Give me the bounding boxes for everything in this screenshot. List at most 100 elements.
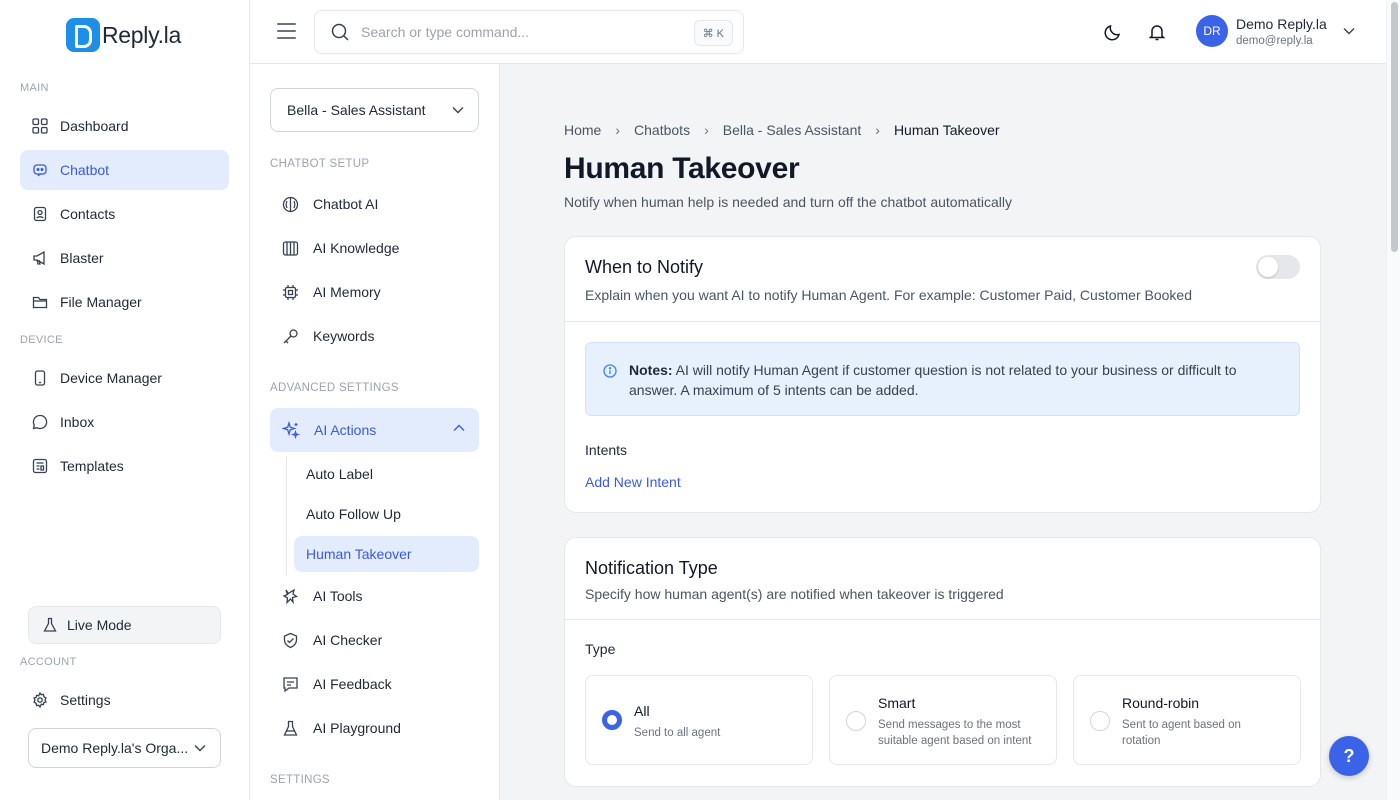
subnav-item-ai-knowledge[interactable]: AI Knowledge [270, 228, 479, 268]
bell-icon[interactable] [1147, 22, 1167, 42]
chevron-down-icon [194, 745, 206, 752]
type-option-round-robin[interactable]: Round-robin Sent to agent based on rotat… [1073, 675, 1301, 765]
option-title: All [634, 703, 650, 719]
subnav-item-keywords[interactable]: Keywords [270, 316, 479, 356]
notes-box: Notes: AI will notify Human Agent if cus… [585, 342, 1300, 416]
subnav-item-ai-actions[interactable]: AI Actions [270, 408, 479, 452]
sidebar-item-label: Inbox [60, 414, 95, 430]
message-icon [32, 414, 48, 430]
subnav-child-auto-label[interactable]: Auto Label [294, 456, 479, 492]
notes-label: Notes: [629, 362, 673, 378]
sidebar-item-label: File Manager [60, 294, 142, 310]
subnav-item-label: AI Checker [313, 632, 383, 648]
chatbot-select-value: Bella - Sales Assistant [287, 102, 426, 118]
radio-smart[interactable] [846, 711, 866, 731]
radio-round-robin[interactable] [1090, 711, 1110, 731]
chatbot-select[interactable]: Bella - Sales Assistant [270, 88, 479, 132]
subnav-item-label: Chatbot AI [313, 196, 379, 212]
sidebar-item-inbox[interactable]: Inbox [20, 402, 229, 442]
page-scrollbar[interactable] [1386, 0, 1400, 800]
subnav-item-ai-memory[interactable]: AI Memory [270, 272, 479, 312]
live-mode-label: Live Mode [67, 617, 132, 633]
sidebar-item-label: Templates [60, 458, 124, 474]
reply-logo-icon [66, 18, 100, 52]
subnav-child-human-takeover[interactable]: Human Takeover [294, 536, 479, 572]
sidebar-item-device-manager[interactable]: Device Manager [20, 358, 229, 398]
type-option-smart[interactable]: Smart Send messages to the most suitable… [829, 675, 1057, 765]
breadcrumb-chatbot[interactable]: Bella - Sales Assistant [723, 122, 862, 138]
ai-brain-icon [282, 196, 299, 212]
subnav-item-ai-checker[interactable]: AI Checker [270, 620, 479, 660]
subnav-child-auto-follow-up[interactable]: Auto Follow Up [294, 496, 479, 532]
type-option-all[interactable]: All Send to all agent [585, 675, 813, 765]
organization-select[interactable]: Demo Reply.la's Orga... [28, 728, 221, 768]
avatar: DR [1196, 15, 1228, 47]
option-description: Send to all agent [634, 727, 721, 739]
shield-check-icon [283, 632, 298, 648]
sidebar-item-settings[interactable]: Settings [20, 680, 229, 720]
main-content: Home › Chatbots › Bella - Sales Assistan… [500, 64, 1386, 800]
template-icon [32, 458, 48, 474]
user-menu[interactable]: DR Demo Reply.la demo@reply.la [1196, 15, 1355, 47]
chatbot-subnav: Bella - Sales Assistant CHATBOT SETUP Ch… [250, 64, 500, 800]
type-label: Type [585, 641, 616, 657]
option-title: Smart [878, 695, 916, 711]
subnav-item-label: AI Feedback [313, 676, 392, 692]
contacts-icon [33, 206, 47, 222]
breadcrumb: Home › Chatbots › Bella - Sales Assistan… [564, 122, 1000, 138]
breadcrumb-current: Human Takeover [893, 122, 1000, 138]
search-box[interactable]: ⌘ K [314, 10, 744, 54]
sidebar-item-blaster[interactable]: Blaster [20, 238, 229, 278]
flask-icon [43, 617, 57, 632]
subnav-item-ai-feedback[interactable]: AI Feedback [270, 664, 479, 704]
sidebar-item-dashboard[interactable]: Dashboard [20, 106, 229, 146]
moon-icon[interactable] [1103, 22, 1123, 42]
tools-icon [282, 588, 299, 604]
section-chatbot-setup-label: CHATBOT SETUP [270, 158, 370, 170]
subnav-item-label: AI Knowledge [313, 240, 400, 256]
sidebar-item-file-manager[interactable]: File Manager [20, 282, 229, 322]
section-main-label: MAIN [20, 82, 49, 94]
main-sidebar: Reply.la MAIN Dashboard Chatbot Contacts… [0, 0, 250, 800]
add-intent-button[interactable]: Add New Intent [585, 474, 681, 490]
when-to-notify-card: When to Notify Explain when you want AI … [564, 236, 1321, 513]
subnav-item-ai-playground[interactable]: AI Playground [270, 708, 479, 748]
scrollbar-thumb[interactable] [1391, 2, 1398, 252]
section-device-label: DEVICE [20, 334, 63, 346]
sidebar-item-chatbot[interactable]: Chatbot [20, 150, 229, 190]
keyboard-shortcut-badge: ⌘ K [693, 20, 733, 46]
sidebar-item-contacts[interactable]: Contacts [20, 194, 229, 234]
subnav-item-ai-tools[interactable]: AI Tools [270, 576, 479, 616]
brand-logo[interactable]: Reply.la [66, 18, 181, 52]
card-title: When to Notify [585, 257, 704, 277]
library-icon [282, 240, 299, 256]
live-mode-button[interactable]: Live Mode [28, 606, 221, 644]
gear-icon [33, 692, 47, 708]
radio-all[interactable] [602, 710, 622, 730]
sidebar-item-label: Chatbot [60, 162, 110, 178]
subnav-item-label: AI Tools [313, 588, 363, 604]
megaphone-icon [33, 250, 45, 266]
page-subtitle: Notify when human help is needed and tur… [564, 194, 1013, 210]
sidebar-item-label: Dashboard [60, 118, 129, 134]
subnav-item-label: Keywords [313, 328, 375, 344]
sidebar-item-templates[interactable]: Templates [20, 446, 229, 486]
feedback-icon [283, 676, 298, 692]
chevron-up-icon [453, 424, 465, 431]
menu-toggle-icon[interactable] [277, 23, 296, 39]
organization-name: Demo Reply.la's Orga... [41, 740, 189, 756]
chevron-down-icon [452, 107, 464, 114]
info-icon [603, 364, 617, 378]
notify-toggle[interactable] [1256, 255, 1300, 279]
sparkles-icon [282, 421, 300, 439]
card-header: When to Notify Explain when you want AI … [565, 237, 1320, 322]
breadcrumb-chatbots[interactable]: Chatbots [634, 122, 690, 138]
flask-icon [283, 720, 298, 736]
subnav-item-chatbot-ai[interactable]: Chatbot AI [270, 184, 479, 224]
folder-icon [32, 296, 48, 309]
breadcrumb-home[interactable]: Home [564, 122, 601, 138]
search-input[interactable] [361, 24, 681, 40]
option-description: Sent to agent based on rotation [1122, 719, 1241, 747]
help-button[interactable]: ? [1329, 736, 1369, 776]
chevron-right-icon: › [704, 122, 709, 138]
